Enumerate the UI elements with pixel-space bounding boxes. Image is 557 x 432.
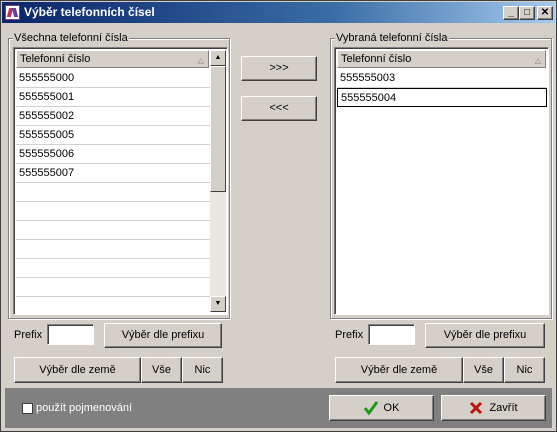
column-header-label: Telefonní číslo <box>341 53 412 65</box>
select-none-button-right[interactable]: Nic <box>504 357 545 383</box>
empty-list-row <box>16 240 210 259</box>
add-selected-button[interactable]: >>> <box>241 56 317 81</box>
use-naming-checkbox[interactable] <box>22 403 33 414</box>
empty-list-row <box>16 297 210 314</box>
all-numbers-list[interactable]: Telefonní číslo △ 555555000 555555001 5555… <box>13 47 228 315</box>
app-icon <box>5 5 20 20</box>
remove-selected-button[interactable]: <<< <box>241 96 317 121</box>
select-by-country-button-right[interactable]: Výběr dle země <box>335 357 463 383</box>
list-item[interactable]: 555555005 <box>16 126 210 145</box>
prefix-input-left[interactable] <box>47 324 94 345</box>
empty-list-row <box>16 202 210 221</box>
list-item[interactable]: 555555007 <box>16 164 210 183</box>
use-naming-label: použít pojmenování <box>36 402 133 414</box>
list-item[interactable]: 555555006 <box>16 145 210 164</box>
selected-numbers-group-label: Vybraná telefonní čísla <box>335 32 449 44</box>
close-window-button[interactable]: ✕ <box>537 6 553 20</box>
x-mark-icon <box>470 402 483 415</box>
sort-arrow-icon: △ <box>197 56 204 65</box>
select-by-country-button-left[interactable]: Výběr dle země <box>14 357 141 383</box>
selected-numbers-list[interactable]: Telefonní číslo △ 555555003 555555004 <box>334 47 549 315</box>
list-item[interactable]: 555555000 <box>16 69 210 88</box>
window: Výběr telefonních čísel _ □ ✕ Všechna te… <box>0 0 557 432</box>
empty-list-row <box>16 259 210 278</box>
scroll-up-icon[interactable]: ▲ <box>210 50 226 66</box>
select-by-prefix-button-left[interactable]: Výběr dle prefixu <box>104 323 222 348</box>
scroll-thumb[interactable] <box>210 66 226 192</box>
select-by-prefix-button-right[interactable]: Výběr dle prefixu <box>425 323 545 348</box>
list-item[interactable]: 555555002 <box>16 107 210 126</box>
close-button[interactable]: Zavřít <box>441 395 546 421</box>
list-item[interactable]: 555555004 <box>337 88 547 107</box>
list-item[interactable]: 555555003 <box>337 69 547 88</box>
list-item[interactable]: 555555001 <box>16 88 210 107</box>
prefix-label-right: Prefix <box>335 329 364 341</box>
select-all-button-right[interactable]: Vše <box>463 357 504 383</box>
prefix-input-right[interactable] <box>368 324 415 345</box>
column-header-phone[interactable]: Telefonní číslo △ <box>16 50 209 68</box>
vertical-scrollbar[interactable]: ▲ ▼ <box>210 50 226 312</box>
prefix-label-left: Prefix <box>14 329 43 341</box>
all-numbers-group-label: Všechna telefonní čísla <box>13 32 129 44</box>
select-none-button-left[interactable]: Nic <box>182 357 223 383</box>
ok-button[interactable]: OK <box>329 395 434 421</box>
maximize-button[interactable]: □ <box>519 6 535 20</box>
scroll-down-icon[interactable]: ▼ <box>210 296 226 312</box>
column-header-label: Telefonní číslo <box>20 53 91 65</box>
checkmark-icon <box>363 401 378 416</box>
bottom-bar: použít pojmenování OK Zavřít <box>5 388 552 428</box>
close-button-label: Zavřít <box>489 402 518 414</box>
empty-list-row <box>16 221 210 240</box>
empty-list-row <box>16 183 210 202</box>
column-header-phone[interactable]: Telefonní číslo △ <box>337 50 546 68</box>
sort-arrow-icon: △ <box>534 56 541 65</box>
ok-button-label: OK <box>383 402 400 414</box>
select-all-button-left[interactable]: Vše <box>141 357 182 383</box>
minimize-button[interactable]: _ <box>503 6 519 20</box>
window-title: Výběr telefonních čísel <box>24 5 155 19</box>
empty-list-row <box>16 278 210 297</box>
title-bar[interactable]: Výběr telefonních čísel _ □ ✕ <box>2 2 555 23</box>
